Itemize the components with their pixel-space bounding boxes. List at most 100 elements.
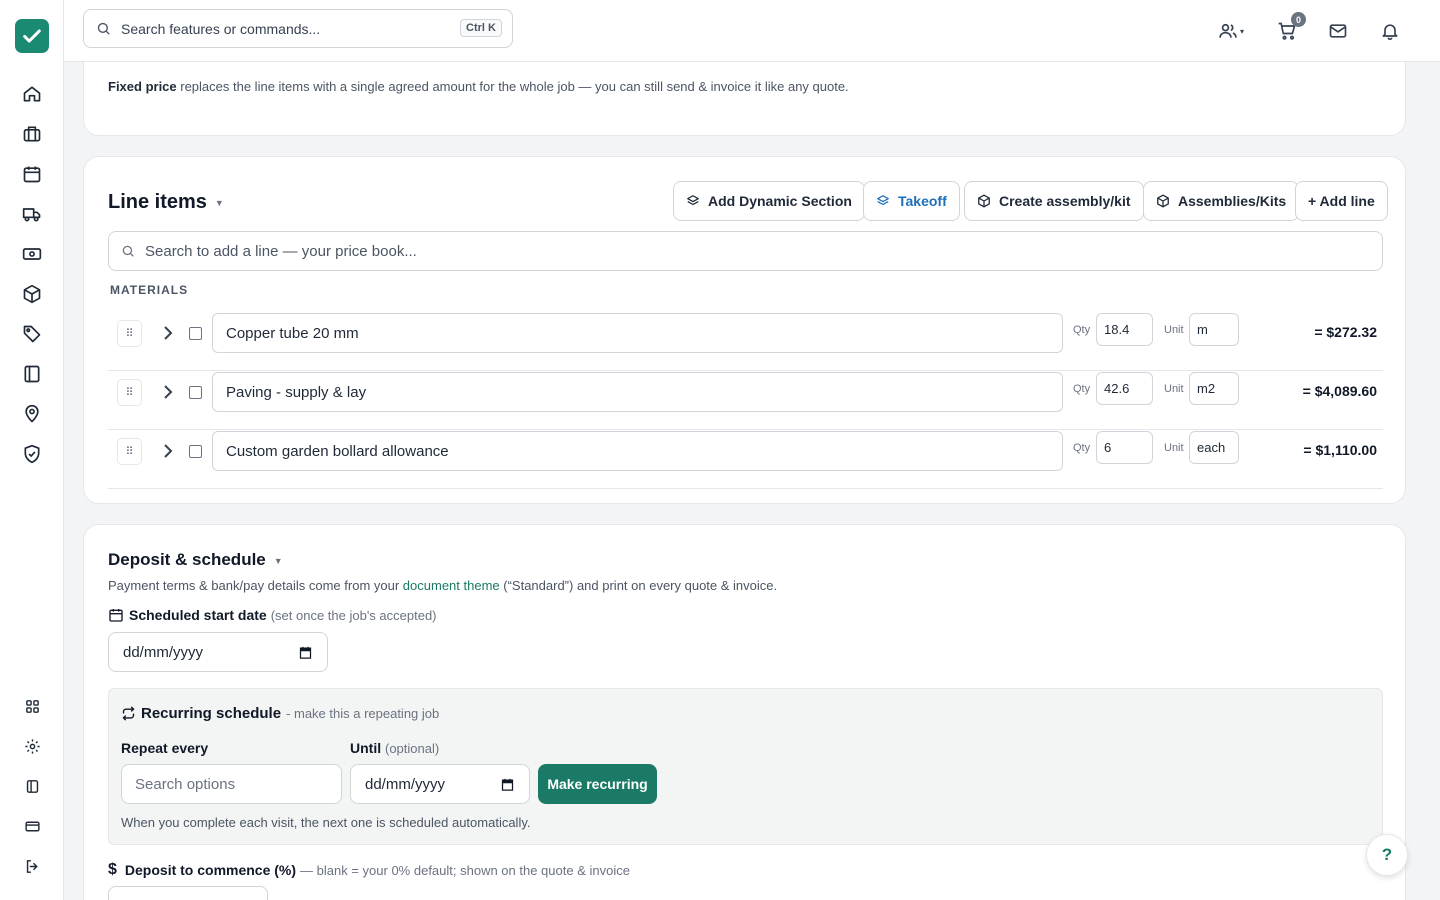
money-icon[interactable]: [20, 242, 44, 266]
assemblies-kits-button[interactable]: Assemblies/Kits: [1143, 181, 1300, 221]
until-date-input[interactable]: dd/mm/yyyy: [350, 764, 530, 804]
box-icon: [978, 194, 990, 208]
line-item-description-input[interactable]: Copper tube 20 mm: [212, 313, 1063, 353]
layers-icon: [877, 195, 889, 206]
make-recurring-button[interactable]: Make recurring: [538, 764, 657, 804]
gear-icon[interactable]: [20, 734, 44, 758]
scheduled-start-text: Scheduled start date: [129, 607, 267, 623]
add-line-label: + Add line: [1308, 193, 1375, 209]
shield-check-icon[interactable]: [20, 442, 44, 466]
document-theme-link[interactable]: document theme: [403, 578, 500, 593]
apps-grid-icon[interactable]: [20, 694, 44, 718]
recurring-help-text: When you complete each visit, the next o…: [121, 815, 531, 830]
date-placeholder: dd/mm/yyyy: [365, 775, 446, 793]
dollar-icon: $: [108, 861, 117, 878]
box-icon[interactable]: [20, 282, 44, 306]
unit-input[interactable]: m2: [1189, 372, 1239, 405]
cart-icon[interactable]: 0: [1274, 12, 1306, 43]
line-item-checkbox[interactable]: [189, 327, 202, 340]
briefcase-icon[interactable]: [20, 122, 44, 146]
layers-icon: [687, 195, 699, 206]
add-dynamic-section-button[interactable]: Add Dynamic Section: [673, 181, 865, 221]
tag-icon[interactable]: [20, 322, 44, 346]
search-icon: [122, 245, 134, 257]
drag-handle-icon[interactable]: ⠿: [117, 320, 142, 347]
deposit-schedule-heading[interactable]: Deposit & schedule ▼: [108, 550, 283, 570]
recurring-schedule-panel: Recurring schedule - make this a repeati…: [108, 688, 1383, 845]
fixed-price-label: Fixed price: [108, 79, 177, 94]
line-item-search-placeholder: Search to add a line — your price book..…: [145, 242, 417, 260]
fixed-price-description: replaces the line items with a single ag…: [176, 79, 849, 94]
unit-input[interactable]: each: [1189, 431, 1239, 464]
drag-handle-icon[interactable]: ⠿: [117, 438, 142, 465]
app-logo[interactable]: [15, 19, 49, 53]
line-item-description-input[interactable]: Custom garden bollard allowance: [212, 431, 1063, 471]
scheduled-start-date-input[interactable]: dd/mm/yyyy: [108, 632, 328, 672]
repeat-icon: [122, 706, 135, 721]
unit-input[interactable]: m: [1189, 313, 1239, 346]
deposit-percent-hint: — blank = your 0% default; shown on the …: [300, 862, 630, 878]
home-icon[interactable]: [20, 82, 44, 106]
qty-label: Qty: [1073, 383, 1091, 395]
recurring-schedule-title: Recurring schedule: [141, 705, 282, 722]
calendar-icon: [109, 609, 123, 622]
qty-input[interactable]: 42.6: [1096, 372, 1153, 405]
repeat-every-placeholder: Search options: [135, 775, 236, 793]
calendar-picker-icon[interactable]: [298, 645, 313, 660]
qty-input[interactable]: 6: [1096, 431, 1153, 464]
bell-icon[interactable]: [1377, 19, 1403, 43]
scrollbar[interactable]: [1427, 62, 1440, 900]
line-item-row: ⠿ Paving - supply & lay Qty 42.6 Unit m2…: [108, 371, 1383, 430]
top-bar: Search features or commands... Ctrl K ▾ …: [64, 0, 1440, 62]
book-icon[interactable]: [20, 362, 44, 386]
line-item-checkbox[interactable]: [189, 445, 202, 458]
calendar-picker-icon[interactable]: [500, 777, 515, 792]
qty-label: Qty: [1073, 324, 1091, 336]
truck-icon[interactable]: [20, 202, 44, 226]
help-button[interactable]: ?: [1366, 834, 1408, 876]
qty-label: Qty: [1073, 442, 1091, 454]
scheduled-start-label: Scheduled start date (set once the job's…: [108, 607, 437, 623]
line-items-title: Line items: [108, 191, 207, 213]
line-item-row: ⠿ Copper tube 20 mm Qty 18.4 Unit m = $2…: [108, 312, 1383, 371]
shortcut-hint: Ctrl K: [460, 19, 502, 37]
line-items-heading[interactable]: Line items ▼: [108, 191, 224, 214]
logout-icon[interactable]: [20, 854, 44, 878]
payment-terms-suffix: (“Standard”) and print on every quote & …: [499, 578, 778, 593]
qty-input[interactable]: 18.4: [1096, 313, 1153, 346]
sidebar-toggle-icon[interactable]: [20, 774, 44, 798]
takeoff-button[interactable]: Takeoff: [863, 181, 960, 221]
caret-down-icon: ▼: [214, 197, 224, 208]
box-icon: [1157, 194, 1169, 208]
calendar-icon[interactable]: [20, 162, 44, 186]
search-icon: [97, 22, 110, 35]
scheduled-start-hint: (set once the job's accepted): [270, 607, 437, 623]
drag-handle-icon[interactable]: ⠿: [117, 379, 142, 406]
credit-card-icon[interactable]: [20, 814, 44, 838]
fixed-price-note: Fixed price replaces the line items with…: [108, 79, 849, 94]
chevron-right-icon[interactable]: [160, 382, 176, 402]
line-item-description-input[interactable]: Paving - supply & lay: [212, 372, 1063, 412]
repeat-every-select[interactable]: Search options: [121, 764, 342, 804]
until-text: Until: [350, 740, 382, 756]
create-assembly-button[interactable]: Create assembly/kit: [964, 181, 1144, 221]
line-item-search-input[interactable]: Search to add a line — your price book..…: [108, 231, 1383, 271]
add-line-button[interactable]: + Add line: [1295, 181, 1388, 221]
chevron-right-icon[interactable]: [160, 441, 176, 461]
map-pin-icon[interactable]: [20, 402, 44, 426]
mail-icon[interactable]: [1325, 19, 1351, 43]
command-search-input[interactable]: Search features or commands... Ctrl K: [83, 9, 513, 48]
team-switcher-icon[interactable]: ▾: [1214, 19, 1248, 43]
chevron-right-icon[interactable]: [160, 323, 176, 343]
unit-label: Unit: [1164, 324, 1184, 336]
payment-terms-note: Payment terms & bank/pay details come fr…: [108, 578, 777, 593]
sidebar: [0, 0, 64, 900]
repeat-every-label: Repeat every: [121, 740, 209, 756]
deposit-percent-input[interactable]: [108, 886, 268, 900]
caret-down-icon: ▼: [273, 555, 283, 566]
deposit-schedule-card: Deposit & schedule ▼ Payment terms & bank…: [83, 524, 1406, 900]
unit-label: Unit: [1164, 442, 1184, 454]
create-assembly-label: Create assembly/kit: [999, 193, 1131, 209]
line-item-checkbox[interactable]: [189, 386, 202, 399]
until-label: Until (optional): [350, 740, 439, 756]
